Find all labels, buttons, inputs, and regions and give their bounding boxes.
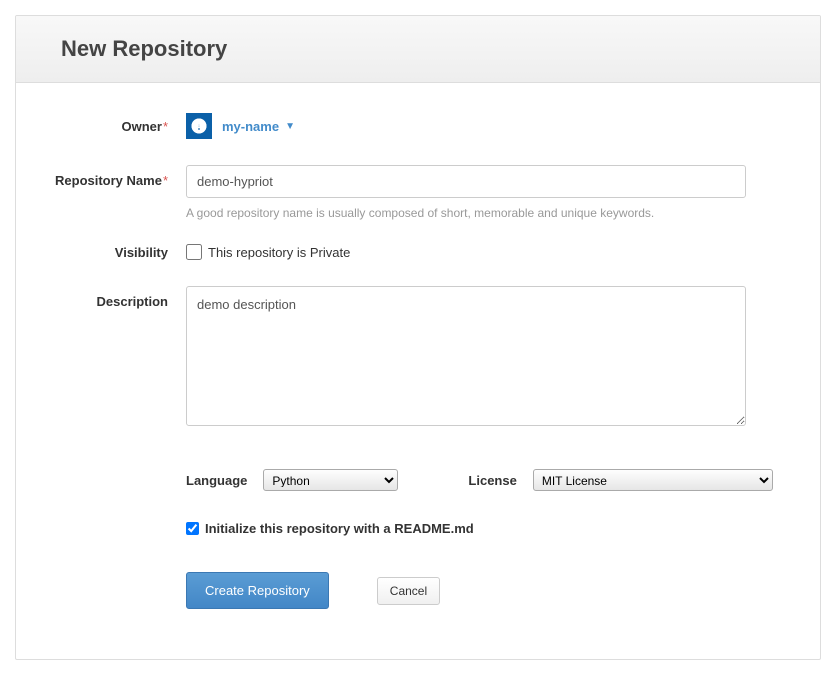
new-repository-panel: New Repository Owner* my-name ▼ Reposito… bbox=[15, 15, 821, 660]
visibility-row: Visibility This repository is Private bbox=[36, 244, 800, 260]
repo-name-label-text: Repository Name bbox=[55, 173, 162, 188]
owner-label: Owner* bbox=[36, 119, 186, 134]
language-label: Language bbox=[186, 473, 247, 488]
visibility-checkbox-group: This repository is Private bbox=[186, 244, 746, 260]
init-readme-row: Initialize this repository with a README… bbox=[186, 521, 746, 536]
select-row-wrapper: Language Python License MIT License bbox=[36, 439, 800, 609]
init-readme-label: Initialize this repository with a README… bbox=[205, 521, 474, 536]
repo-name-row: Repository Name* A good repository name … bbox=[36, 165, 800, 234]
panel-header: New Repository bbox=[16, 16, 820, 83]
owner-avatar-icon bbox=[186, 113, 212, 139]
owner-name-text: my-name bbox=[222, 119, 279, 134]
required-asterisk: * bbox=[163, 119, 168, 134]
owner-label-text: Owner bbox=[121, 119, 161, 134]
lang-license-row: Language Python License MIT License bbox=[186, 469, 746, 491]
description-row: Description demo description bbox=[36, 286, 800, 429]
required-asterisk: * bbox=[163, 173, 168, 188]
owner-row: Owner* my-name ▼ bbox=[36, 113, 800, 139]
button-row: Create Repository Cancel bbox=[186, 572, 746, 609]
private-checkbox-label: This repository is Private bbox=[208, 245, 350, 260]
empty-label bbox=[36, 439, 186, 447]
license-group: License MIT License bbox=[468, 469, 772, 491]
owner-input-col: my-name ▼ bbox=[186, 113, 746, 139]
description-label: Description bbox=[36, 286, 186, 309]
license-label: License bbox=[468, 473, 516, 488]
chevron-down-icon: ▼ bbox=[285, 121, 295, 132]
license-select[interactable]: MIT License bbox=[533, 469, 773, 491]
description-input-col: demo description bbox=[186, 286, 746, 429]
repo-name-help-text: A good repository name is usually compos… bbox=[186, 206, 746, 220]
panel-body: Owner* my-name ▼ Repository Name* A good… bbox=[16, 83, 820, 659]
repo-name-label: Repository Name* bbox=[36, 165, 186, 188]
select-col: Language Python License MIT License bbox=[186, 439, 746, 609]
init-readme-checkbox[interactable] bbox=[186, 522, 199, 535]
visibility-label: Visibility bbox=[36, 245, 186, 260]
visibility-input-col: This repository is Private bbox=[186, 244, 746, 260]
page-title: New Repository bbox=[61, 36, 775, 62]
cancel-button[interactable]: Cancel bbox=[377, 577, 440, 605]
create-repository-button[interactable]: Create Repository bbox=[186, 572, 329, 609]
private-checkbox[interactable] bbox=[186, 244, 202, 260]
repo-name-input-col: A good repository name is usually compos… bbox=[186, 165, 746, 234]
language-group: Language Python bbox=[186, 469, 398, 491]
owner-dropdown[interactable]: my-name ▼ bbox=[186, 113, 295, 139]
description-textarea[interactable]: demo description bbox=[186, 286, 746, 426]
language-select[interactable]: Python bbox=[263, 469, 398, 491]
repo-name-input[interactable] bbox=[186, 165, 746, 198]
